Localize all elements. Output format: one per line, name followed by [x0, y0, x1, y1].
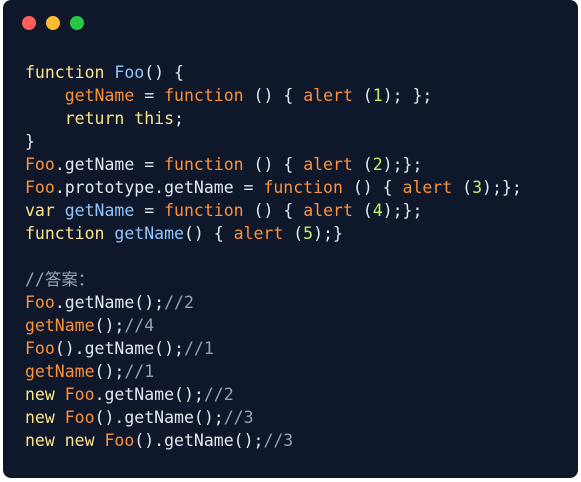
- code-line: }: [25, 130, 522, 153]
- code-line: //答案：: [25, 268, 522, 291]
- minimize-dot-icon[interactable]: [46, 16, 60, 30]
- code-token: () {: [243, 155, 304, 174]
- code-token: ();: [94, 362, 125, 381]
- window-controls: [22, 16, 84, 30]
- code-token: 3: [472, 178, 483, 197]
- code-line: new new Foo().getName();//3: [25, 429, 522, 452]
- code-token: getName: [64, 86, 135, 105]
- code-token: .getName();: [54, 293, 165, 312]
- code-token: getName: [25, 362, 95, 381]
- code-line: Foo.getName = function () { alert (2);};: [25, 153, 522, 176]
- code-token: Foo: [64, 408, 95, 427]
- code-token: //1: [124, 362, 155, 381]
- code-line: new Foo().getName();//3: [25, 406, 522, 429]
- code-line: function Foo() {: [25, 61, 522, 84]
- code-token: Foo: [25, 293, 55, 312]
- code-token: (: [352, 86, 373, 105]
- code-token: alert: [303, 201, 353, 220]
- code-token: function: [164, 86, 244, 105]
- code-token: () {: [183, 224, 234, 243]
- maximize-dot-icon[interactable]: [70, 16, 84, 30]
- code-token: .getName();: [94, 385, 204, 404]
- code-token: getName: [64, 201, 135, 220]
- code-token: (: [352, 155, 373, 174]
- code-token: function: [164, 155, 244, 174]
- code-line: return this;: [25, 107, 522, 130]
- code-token: alert: [402, 178, 453, 197]
- code-token: () {: [243, 86, 304, 105]
- code-token: new new: [25, 431, 105, 450]
- code-token: Foo: [25, 178, 55, 197]
- code-token: 2: [372, 155, 383, 174]
- code-token: //答案：: [25, 270, 95, 289]
- code-token: );}: [313, 224, 343, 243]
- code-token: Foo: [25, 339, 55, 358]
- code-token: () {: [243, 201, 304, 220]
- code-token: //2: [164, 293, 194, 312]
- code-line: function getName() { alert (5);}: [25, 222, 522, 245]
- code-token: getName: [25, 316, 95, 335]
- code-token: function: [25, 224, 115, 243]
- code-token: );};: [382, 201, 423, 220]
- code-line: Foo.prototype.getName = function () { al…: [25, 176, 522, 199]
- code-token: ().getName();: [134, 431, 264, 450]
- code-line: Foo.getName();//2: [25, 291, 522, 314]
- code-token: Foo: [104, 431, 135, 450]
- code-token: return this: [64, 109, 175, 128]
- code-token: .getName =: [54, 155, 165, 174]
- code-line: var getName = function () { alert (4);};: [25, 199, 522, 222]
- code-token: (: [452, 178, 473, 197]
- code-token: new: [25, 385, 65, 404]
- code-token: =: [134, 201, 165, 220]
- code-token: //1: [183, 339, 214, 358]
- code-token: );};: [382, 155, 423, 174]
- code-token: var: [25, 201, 65, 220]
- code-token: ().getName();: [94, 408, 224, 427]
- code-token: Foo: [25, 155, 55, 174]
- code-token: .prototype.getName =: [54, 178, 264, 197]
- code-token: Foo: [114, 63, 145, 82]
- code-token: function: [25, 63, 115, 82]
- code-block: function Foo() { getName = function () {…: [25, 61, 522, 452]
- code-token: () {: [144, 63, 184, 82]
- code-token: () {: [342, 178, 403, 197]
- code-token: Foo: [64, 385, 95, 404]
- code-window: function Foo() { getName = function () {…: [3, 0, 578, 478]
- code-token: function: [164, 201, 244, 220]
- code-token: alert: [303, 155, 353, 174]
- code-token: function: [263, 178, 343, 197]
- code-token: alert: [303, 86, 353, 105]
- code-line: new Foo.getName();//2: [25, 383, 522, 406]
- code-token: 1: [372, 86, 383, 105]
- code-token: getName: [114, 224, 184, 243]
- code-token: alert: [233, 224, 284, 243]
- code-token: }: [25, 132, 35, 151]
- code-line: getName();//4: [25, 314, 522, 337]
- code-line: getName = function () { alert (1); };: [25, 84, 522, 107]
- code-token: );};: [482, 178, 522, 197]
- code-token: =: [134, 86, 165, 105]
- code-token: //4: [124, 316, 155, 335]
- code-line: getName();//1: [25, 360, 522, 383]
- code-token: 4: [372, 201, 383, 220]
- code-token: ); };: [382, 86, 433, 105]
- code-token: (: [283, 224, 304, 243]
- code-token: (: [352, 201, 373, 220]
- code-token: //2: [203, 385, 234, 404]
- close-dot-icon[interactable]: [22, 16, 36, 30]
- code-token: //3: [223, 408, 254, 427]
- code-token: ();: [94, 316, 125, 335]
- code-token: 5: [303, 224, 314, 243]
- code-token: //3: [263, 431, 294, 450]
- code-token: ().getName();: [54, 339, 184, 358]
- code-line: Foo().getName();//1: [25, 337, 522, 360]
- code-token: ;: [174, 109, 184, 128]
- code-token: new: [25, 408, 65, 427]
